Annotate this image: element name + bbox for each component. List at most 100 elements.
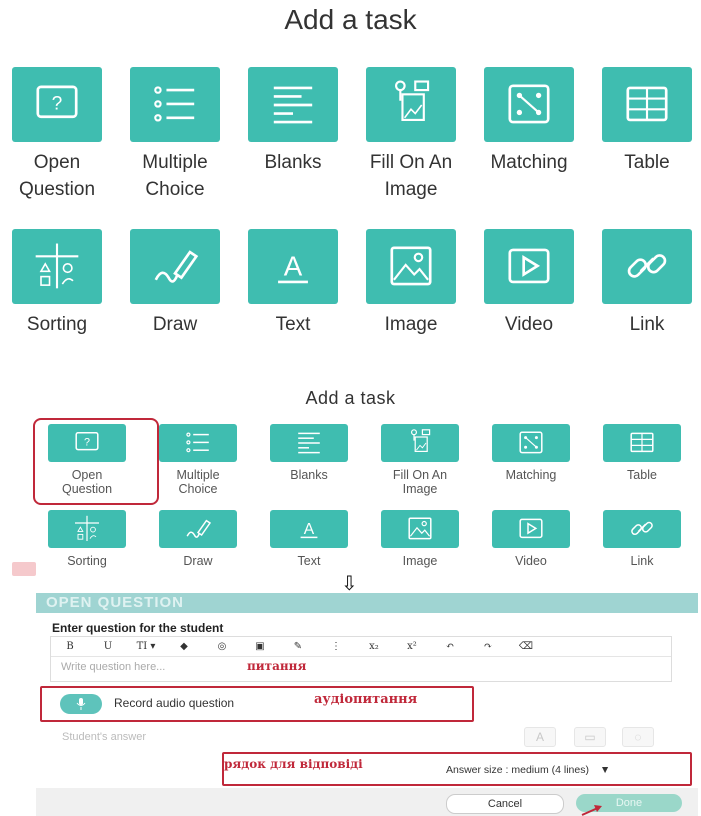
task-tile-draw[interactable] — [130, 229, 220, 304]
image-pin-icon — [395, 79, 430, 121]
pencil-icon — [154, 249, 199, 283]
page-title-small: Add a task — [305, 388, 396, 408]
task-label: Video — [482, 554, 580, 568]
task-tile-draw[interactable] — [159, 510, 237, 548]
task-tile-link[interactable] — [602, 229, 692, 304]
task-tile-video[interactable] — [484, 229, 574, 304]
toolbar-button[interactable]: TI ▾ — [127, 641, 165, 652]
enter-question-label: Enter question for the student — [52, 621, 224, 635]
mic-button[interactable] — [60, 694, 102, 714]
task-tile-image[interactable] — [366, 229, 456, 304]
editor-toolbar: B U TI ▾ ◆ ◎ ▣ ✎ ⋮ x₂ x² ↶ ↷ ⌫ — [51, 637, 671, 657]
task-label-line: Image — [384, 179, 438, 200]
task-label: Text — [260, 554, 358, 568]
task-label-line: Link — [630, 554, 654, 568]
task-tile-blanks[interactable] — [248, 67, 338, 142]
task-label-line: Link — [629, 314, 665, 335]
task-label-line: Draw — [152, 314, 198, 335]
task-label-line: Draw — [183, 554, 213, 568]
task-tile-text[interactable]: A — [248, 229, 338, 304]
task-label: Sorting — [2, 311, 112, 338]
task-label-line: Image — [402, 554, 438, 568]
task-label: Open Question — [2, 149, 112, 203]
task-tile-table[interactable] — [602, 67, 692, 142]
task-tile-fill-on-an-image[interactable] — [381, 424, 459, 462]
toolbar-button[interactable]: ⌫ — [507, 641, 545, 652]
text-a-icon: A — [278, 250, 308, 283]
answer-size-select[interactable]: Answer size : medium (4 lines) ▼ — [446, 764, 610, 776]
task-label-line: Choice — [178, 482, 218, 496]
image-pin-icon — [411, 429, 431, 452]
task-label-line: Blanks — [264, 152, 322, 173]
side-marker — [12, 562, 36, 576]
task-tile-fill-on-an-image[interactable] — [366, 67, 456, 142]
toolbar-button[interactable]: ◎ — [203, 641, 241, 652]
task-label: Link — [593, 554, 691, 568]
task-tile-text[interactable]: A — [270, 510, 348, 548]
task-tile-sorting[interactable] — [12, 229, 102, 304]
dropdown-arrow-icon: ▼ — [599, 764, 611, 776]
toolbar-button[interactable]: ↶ — [431, 641, 469, 652]
task-label-line: Fill On An — [369, 152, 453, 173]
link-icon — [627, 253, 667, 278]
question-editor[interactable]: B U TI ▾ ◆ ◎ ▣ ✎ ⋮ x₂ x² ↶ ↷ ⌫ Write question here..… — [50, 636, 672, 682]
task-label: Image — [371, 554, 469, 568]
toolbar-button[interactable]: x² — [393, 641, 431, 652]
task-tile-multiple-choice[interactable] — [159, 424, 237, 462]
lines-icon — [298, 432, 320, 454]
task-label-line: Multiple — [176, 468, 220, 482]
toolbar-button[interactable]: U — [89, 641, 127, 652]
task-label: Video — [474, 311, 584, 338]
answer-audio-button[interactable]: ◌ — [622, 727, 654, 747]
toolbar-button[interactable]: x₂ — [355, 641, 393, 652]
answer-size-row: рядок для відповіді Answer size : medium… — [222, 752, 692, 786]
answer-text-button[interactable]: A — [524, 727, 556, 747]
toolbar-button[interactable]: ✎ — [279, 641, 317, 652]
task-label: Text — [238, 311, 348, 338]
toolbar-button[interactable]: ◆ — [165, 641, 203, 652]
task-tile-table[interactable] — [603, 424, 681, 462]
cancel-button[interactable]: Cancel — [446, 794, 564, 814]
sorting-icon — [75, 515, 99, 541]
task-label-line: Choice — [145, 179, 205, 200]
toolbar-button[interactable]: ⋮ — [317, 641, 355, 652]
task-label: Sorting — [38, 554, 136, 568]
task-label: Blanks — [260, 468, 358, 482]
video-play-icon — [519, 518, 543, 539]
answer-size-value: Answer size : medium (4 lines) — [446, 764, 589, 776]
toolbar-button[interactable]: B — [51, 641, 89, 652]
task-tile-multiple-choice[interactable] — [130, 67, 220, 142]
link-icon — [631, 521, 653, 536]
task-tile-matching[interactable] — [492, 424, 570, 462]
task-label-line: Fill On An — [392, 468, 448, 482]
students-answer-label: Student's answer — [62, 731, 147, 743]
toolbar-button[interactable]: ↷ — [469, 641, 507, 652]
task-label: Fill On An Image — [356, 149, 466, 203]
pointer-arrow-icon — [581, 805, 602, 816]
task-tile-video[interactable] — [492, 510, 570, 548]
record-audio-label: Record audio question — [114, 696, 235, 710]
microphone-icon — [76, 698, 86, 710]
question-placeholder[interactable]: Write question here... — [61, 661, 165, 673]
task-label: Draw — [149, 554, 247, 568]
record-audio-row[interactable]: Record audio question аудіопитання — [40, 686, 474, 722]
image-icon — [390, 245, 432, 285]
dialog-header: OPEN QUESTION — [36, 593, 698, 613]
answer-image-button[interactable]: ▭ — [574, 727, 606, 747]
annotation-question: питання — [247, 659, 307, 673]
task-label-line: Matching — [490, 152, 568, 173]
task-label-line: Text — [275, 314, 311, 335]
task-tile-sorting[interactable] — [48, 510, 126, 548]
table-icon — [626, 86, 668, 121]
task-tile-open-question[interactable]: ? — [12, 67, 102, 142]
task-tile-link[interactable] — [603, 510, 681, 548]
svg-text:A: A — [304, 521, 315, 538]
toolbar-button[interactable]: ▣ — [241, 641, 279, 652]
task-tile-image[interactable] — [381, 510, 459, 548]
list-icon — [186, 432, 209, 453]
task-label-line: Sorting — [67, 554, 107, 568]
task-label: Matching — [474, 149, 584, 176]
task-tile-blanks[interactable] — [270, 424, 348, 462]
task-tile-matching[interactable] — [484, 67, 574, 142]
task-label-line: Text — [297, 554, 321, 568]
